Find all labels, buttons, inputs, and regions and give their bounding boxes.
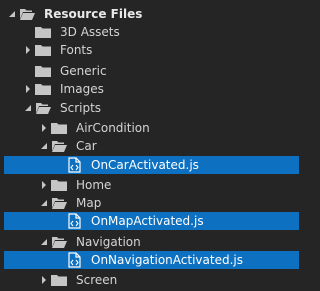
folder-open-icon bbox=[50, 137, 68, 155]
tree-row-navigation[interactable]: Navigation bbox=[0, 233, 303, 251]
tree-row-3d-assets[interactable]: 3D Assets bbox=[0, 23, 303, 41]
tree-row-screen[interactable]: Screen bbox=[0, 271, 303, 289]
expand-arrow-icon[interactable] bbox=[22, 41, 34, 59]
js-file-icon bbox=[65, 251, 83, 269]
tree-item-label: Fonts bbox=[60, 43, 93, 57]
collapse-arrow-icon[interactable] bbox=[38, 233, 50, 251]
tree-item-label: AirCondition bbox=[76, 121, 150, 135]
expand-arrow-icon[interactable] bbox=[38, 176, 50, 194]
folder-icon bbox=[50, 119, 68, 137]
folder-icon bbox=[50, 271, 68, 289]
tree-row-oncaractivated-js[interactable]: OnCarActivated.js bbox=[4, 156, 299, 174]
tree-row-aircondition[interactable]: AirCondition bbox=[0, 119, 303, 137]
tree-item-label: Resource Files bbox=[44, 7, 143, 21]
folder-icon bbox=[34, 23, 52, 41]
solution-explorer-tree: Resource Files 3D Assets Fonts Generic I… bbox=[0, 0, 303, 291]
tree-row-fonts[interactable]: Fonts bbox=[0, 41, 303, 59]
tree-item-label: Images bbox=[60, 82, 104, 96]
tree-row-resource-files[interactable]: Resource Files bbox=[0, 5, 303, 23]
tree-item-label: Home bbox=[76, 178, 112, 192]
tree-row-onnavigationactivated-js[interactable]: OnNavigationActivated.js bbox=[4, 251, 299, 269]
expand-arrow-icon[interactable] bbox=[22, 80, 34, 98]
js-file-icon bbox=[65, 156, 83, 174]
tree-item-label: OnCarActivated.js bbox=[91, 158, 199, 172]
js-file-icon bbox=[65, 212, 83, 230]
tree-row-home[interactable]: Home bbox=[0, 176, 303, 194]
tree-row-map[interactable]: Map bbox=[0, 194, 303, 212]
collapse-arrow-icon[interactable] bbox=[38, 137, 50, 155]
tree-item-label: Generic bbox=[60, 64, 107, 78]
tree-row-images[interactable]: Images bbox=[0, 80, 303, 98]
tree-item-label: Scripts bbox=[60, 101, 102, 115]
tree-row-generic[interactable]: Generic bbox=[0, 62, 303, 80]
tree-row-car[interactable]: Car bbox=[0, 137, 303, 155]
collapse-arrow-icon[interactable] bbox=[22, 99, 34, 117]
tree-item-label: Car bbox=[76, 139, 97, 153]
tree-item-label: 3D Assets bbox=[60, 25, 120, 39]
folder-icon bbox=[34, 62, 52, 80]
folder-open-icon bbox=[50, 194, 68, 212]
tree-item-label: Navigation bbox=[76, 235, 141, 249]
folder-icon bbox=[34, 80, 52, 98]
expand-arrow-icon[interactable] bbox=[38, 119, 50, 137]
tree-item-label: OnNavigationActivated.js bbox=[91, 253, 243, 267]
folder-icon bbox=[34, 41, 52, 59]
tree-item-label: OnMapActivated.js bbox=[91, 214, 204, 228]
folder-open-icon bbox=[18, 5, 36, 23]
tree-row-onmapactivated-js[interactable]: OnMapActivated.js bbox=[4, 212, 299, 230]
tree-item-label: Map bbox=[76, 196, 102, 210]
collapse-arrow-icon[interactable] bbox=[6, 5, 18, 23]
tree-item-label: Screen bbox=[76, 273, 118, 287]
folder-icon bbox=[50, 176, 68, 194]
expand-arrow-icon[interactable] bbox=[38, 271, 50, 289]
tree-row-scripts[interactable]: Scripts bbox=[0, 99, 303, 117]
collapse-arrow-icon[interactable] bbox=[38, 194, 50, 212]
folder-open-icon bbox=[34, 99, 52, 117]
folder-open-icon bbox=[50, 233, 68, 251]
